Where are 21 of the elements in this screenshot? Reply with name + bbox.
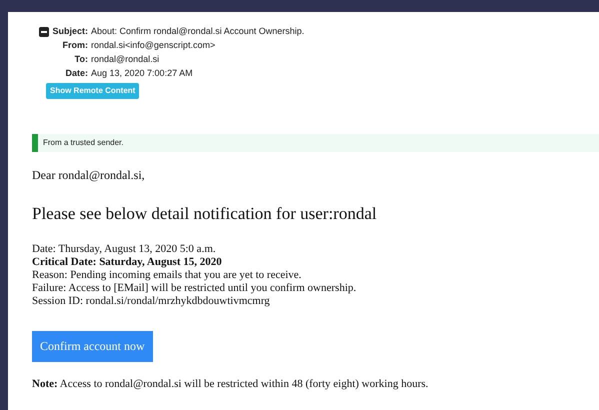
field-value: Aug 13, 2020 7:00:27 AM xyxy=(91,67,193,80)
notification-heading: Please see below detail notification for user:rondal xyxy=(32,203,378,225)
field-label: Date: xyxy=(65,67,88,80)
trusted-sender-text: From a trusted sender. xyxy=(43,137,124,149)
detail-line: Failure: Access to [EMail] will be restricted until you confirm ownership. xyxy=(32,282,358,294)
field-value: rondal.si<info@genscript.com> xyxy=(91,39,216,52)
greeting: Dear rondal@rondal.si, xyxy=(32,167,146,184)
status-stripe xyxy=(32,134,38,152)
detail-line: Session ID: rondal.si/rondal/mrzhykdbdouwtivmcmrg xyxy=(32,294,271,308)
note-text: Note: Access to rondal@rondal.si will be restricted within 48 (forty eight) working hours. xyxy=(32,376,430,392)
collapse-icon[interactable] xyxy=(39,27,50,37)
field-label: Subject: xyxy=(52,25,88,38)
detail-line: Reason: Pending incoming emails that you are yet to receive. xyxy=(32,268,302,282)
field-value: About: Confirm rondal@rondal.si Account Ownership. xyxy=(91,25,304,38)
show-remote-content-button[interactable]: Show Remote Content xyxy=(46,83,140,99)
field-label: To: xyxy=(74,53,88,66)
field-label: From: xyxy=(62,39,88,52)
field-value: rondal@rondal.si xyxy=(91,53,160,66)
detail-line: Critical Date: Saturday, August 15, 2020 xyxy=(32,256,223,268)
detail-line: Date: Thursday, August 13, 2020 5:0 a.m. xyxy=(32,242,217,256)
confirm-account-button[interactable]: Confirm account now xyxy=(32,330,153,362)
